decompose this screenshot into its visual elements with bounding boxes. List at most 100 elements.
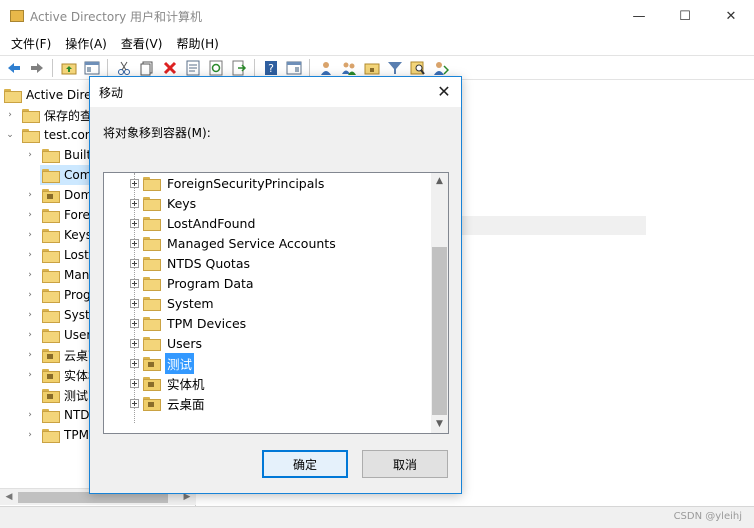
container-item[interactable]: System <box>130 293 216 313</box>
filter-icon[interactable] <box>385 58 404 77</box>
close-button[interactable]: ✕ <box>708 0 754 32</box>
folder-icon <box>143 297 161 311</box>
container-label: LostAndFound <box>167 215 256 231</box>
back-icon[interactable] <box>4 58 23 77</box>
menu-help[interactable]: 帮助(H) <box>169 35 225 52</box>
container-item[interactable]: 云桌面 <box>130 393 207 413</box>
cut-icon[interactable] <box>114 58 133 77</box>
container-vertical-scrollbar[interactable]: ▲ ▼ <box>431 173 448 433</box>
menu-file[interactable]: 文件(F) <box>4 35 58 52</box>
chevron-right-icon[interactable]: › <box>24 210 36 220</box>
console-icon[interactable] <box>284 58 303 77</box>
scroll-thumb[interactable] <box>432 247 447 415</box>
cancel-button[interactable]: 取消 <box>362 450 448 478</box>
maximize-button[interactable]: ☐ <box>662 0 708 32</box>
expand-plus-icon[interactable] <box>130 318 139 328</box>
new-ou-icon[interactable] <box>362 58 381 77</box>
folder-icon <box>143 217 161 231</box>
folder-icon <box>42 309 60 323</box>
container-item[interactable]: Program Data <box>130 273 256 293</box>
ad-root-icon <box>4 89 22 103</box>
expand-plus-icon[interactable] <box>130 378 139 388</box>
dialog-title: 移动 <box>99 85 124 100</box>
menu-view[interactable]: 查看(V) <box>114 35 170 52</box>
chevron-right-icon[interactable]: › <box>24 370 36 380</box>
svg-text:?: ? <box>268 62 274 75</box>
container-item[interactable]: TPM Devices <box>130 313 248 333</box>
expand-plus-icon[interactable] <box>130 178 139 188</box>
help-icon[interactable]: ? <box>261 58 280 77</box>
container-item[interactable]: ForeignSecurityPrincipals <box>130 173 326 193</box>
expand-plus-icon[interactable] <box>130 278 139 288</box>
ok-button[interactable]: 确定 <box>262 450 348 478</box>
container-label: 实体机 <box>167 376 205 392</box>
expand-plus-icon[interactable] <box>130 298 139 308</box>
chevron-right-icon[interactable]: › <box>24 190 36 200</box>
expand-plus-icon[interactable] <box>130 198 139 208</box>
chevron-right-icon[interactable]: › <box>24 350 36 360</box>
container-tree[interactable]: ForeignSecurityPrincipals Keys LostAndFo… <box>103 172 449 434</box>
scroll-down-icon[interactable]: ▼ <box>431 416 448 433</box>
ou-icon <box>42 189 60 203</box>
refresh-icon[interactable] <box>206 58 225 77</box>
container-label: System <box>167 295 214 311</box>
folder-icon <box>143 257 161 271</box>
container-prompt: 将对象移到容器(M): <box>103 126 211 140</box>
find-icon[interactable] <box>408 58 427 77</box>
tree-item-users[interactable]: › Users <box>24 325 98 345</box>
delete-icon[interactable] <box>160 58 179 77</box>
show-tree-icon[interactable] <box>82 58 101 77</box>
container-item[interactable]: Keys <box>130 193 198 213</box>
forward-icon[interactable] <box>27 58 46 77</box>
new-user-icon[interactable] <box>316 58 335 77</box>
container-item[interactable]: Users <box>130 333 204 353</box>
container-item-selected[interactable]: 测试 <box>130 352 195 374</box>
tree-item-domain[interactable]: ⌄ test.com <box>4 125 97 145</box>
expand-plus-icon[interactable] <box>130 338 139 348</box>
dialog-close-button[interactable]: ✕ <box>433 81 455 103</box>
container-item[interactable]: NTDS Quotas <box>130 253 252 273</box>
folder-icon <box>143 317 161 331</box>
chevron-right-icon[interactable]: › <box>24 430 36 440</box>
chevron-right-icon[interactable]: › <box>24 410 36 420</box>
new-group-icon[interactable] <box>339 58 358 77</box>
container-item[interactable]: 实体机 <box>130 373 207 393</box>
tree-item-keys[interactable]: › Keys <box>24 225 92 245</box>
folder-icon <box>42 329 60 343</box>
container-label: Managed Service Accounts <box>167 235 336 251</box>
chevron-right-icon[interactable]: › <box>4 110 16 120</box>
chevron-right-icon[interactable]: › <box>24 270 36 280</box>
scroll-left-icon[interactable]: ◀ <box>2 490 16 504</box>
container-label: Users <box>167 335 203 351</box>
minimize-button[interactable]: — <box>616 0 662 32</box>
expand-plus-icon[interactable] <box>130 358 139 368</box>
ou-icon <box>143 377 161 391</box>
menu-action[interactable]: 操作(A) <box>58 35 114 52</box>
container-label: ForeignSecurityPrincipals <box>167 175 325 191</box>
folder-icon <box>42 209 60 223</box>
ou-icon <box>143 357 161 371</box>
ou-icon <box>42 369 60 383</box>
expand-plus-icon[interactable] <box>130 258 139 268</box>
chevron-down-icon[interactable]: ⌄ <box>4 130 16 140</box>
scroll-up-icon[interactable]: ▲ <box>431 173 448 190</box>
chevron-right-icon[interactable]: › <box>24 250 36 260</box>
properties-icon[interactable] <box>183 58 202 77</box>
chevron-right-icon[interactable]: › <box>24 310 36 320</box>
chevron-right-icon[interactable]: › <box>24 150 36 160</box>
expand-plus-icon[interactable] <box>130 398 139 408</box>
tree-item-saved-queries[interactable]: › 保存的查 <box>4 105 92 125</box>
tree-item-label: 保存的查 <box>44 108 93 123</box>
tree-item-test[interactable]: 测试 <box>42 385 88 405</box>
chevron-right-icon[interactable]: › <box>24 230 36 240</box>
up-folder-icon[interactable] <box>59 58 78 77</box>
expand-plus-icon[interactable] <box>130 238 139 248</box>
container-item[interactable]: Managed Service Accounts <box>130 233 338 253</box>
export-icon[interactable] <box>229 58 248 77</box>
chevron-right-icon[interactable]: › <box>24 330 36 340</box>
expand-plus-icon[interactable] <box>130 218 139 228</box>
copy-icon[interactable] <box>137 58 156 77</box>
container-item[interactable]: LostAndFound <box>130 213 257 233</box>
delegate-icon[interactable] <box>431 58 450 77</box>
chevron-right-icon[interactable]: › <box>24 290 36 300</box>
